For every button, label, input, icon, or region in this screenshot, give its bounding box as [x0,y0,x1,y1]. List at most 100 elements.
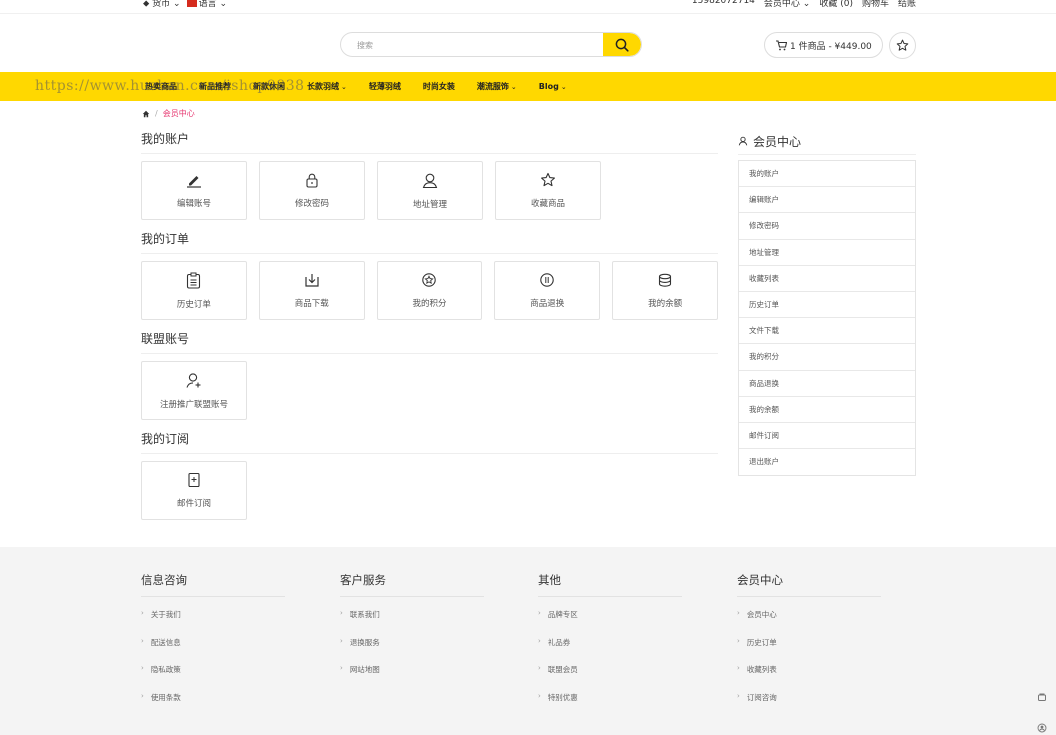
card-return[interactable]: 商品退换 [494,261,601,320]
star-icon [540,172,556,188]
footer-column: 其他 › 品牌专区 › 礼品券 › 联盟会员 › 特别优惠 [538,572,682,719]
footer-link[interactable]: › 历史订单 [737,637,881,665]
footer-link[interactable]: › 收藏列表 [737,664,881,692]
sidebar-item[interactable]: 我的余额 [739,397,915,423]
sidebar-item[interactable]: 我的积分 [739,344,915,371]
card-row: 历史订单 商品下载 我的积分 商品退换 我的余额 [141,261,718,320]
search-button[interactable] [603,33,641,56]
card-lock[interactable]: 修改密码 [259,161,365,220]
language-selector[interactable]: 语言 ⌄ [186,0,227,9]
footer-link[interactable]: › 会员中心 [737,609,881,637]
footer-link[interactable]: › 礼品券 [538,637,682,665]
footer-link[interactable]: › 品牌专区 [538,609,682,637]
card-download[interactable]: 商品下载 [258,261,365,320]
card-add-user[interactable]: 注册推广联盟账号 [141,361,247,420]
footer-link[interactable]: › 关于我们 [141,609,285,637]
card-bookmark[interactable]: 邮件订阅 [141,461,247,520]
section-subscription: 我的订阅 邮件订阅 [141,425,718,520]
card-label: 地址管理 [412,199,447,210]
user-float-icon[interactable] [1034,720,1050,735]
cart-float-icon[interactable] [1034,689,1050,705]
sidebar-item[interactable]: 编辑账户 [739,187,915,214]
footer-link[interactable]: › 网站地图 [340,664,484,692]
footer-links: › 关于我们 › 配送信息 › 隐私政策 › 使用条款 [141,609,285,719]
home-icon[interactable] [142,110,150,118]
chevron-right-icon: › [737,636,740,645]
wishlist-button[interactable] [889,32,916,59]
nav-item[interactable]: 新款休闲 [253,81,285,92]
sidebar: 会员中心 我的账户 编辑账户 修改密码 地址管理 收藏列表 历史订单 文件下载 我的积分 商品退… [738,128,916,477]
currency-selector[interactable]: ⬥ 货币 ⌄ [143,0,181,9]
footer-link[interactable]: › 隐私政策 [141,664,285,692]
checkout-link[interactable]: 结账 [898,0,916,9]
footer-column-title: 信息咨询 [141,572,285,597]
chevron-down-icon: ⌄ [560,82,567,91]
card-points[interactable]: 我的积分 [376,261,483,320]
card-star[interactable]: 收藏商品 [495,161,601,220]
phone-number: 15982072714 [691,0,755,6]
nav-item[interactable]: Blog ⌄ [539,82,567,91]
card-label: 注册推广联盟账号 [159,399,228,410]
footer-column: 客户服务 › 联系我们 › 退换服务 › 网站地图 [340,572,484,692]
member-center-link[interactable]: 会员中心 ⌄ [764,0,810,9]
breadcrumb-current[interactable]: 会员中心 [163,108,195,119]
sidebar-item[interactable]: 文件下载 [739,318,915,345]
footer-link[interactable]: › 配送信息 [141,637,285,665]
chevron-right-icon: › [538,636,541,645]
sidebar-menu: 我的账户 编辑账户 修改密码 地址管理 收藏列表 历史订单 文件下载 我的积分 商品退换 我的余额… [738,160,916,477]
section-orders: 我的订单 历史订单 商品下载 我的积分 商品退换 我的余额 [141,225,718,320]
nav-item[interactable]: 热卖商品 [145,81,177,92]
nav-item[interactable]: 长款羽绒 ⌄ [307,81,347,92]
card-clipboard[interactable]: 历史订单 [141,261,247,320]
footer-link[interactable]: › 退换服务 [340,637,484,665]
section-title: 我的订阅 [141,425,718,454]
card-label: 我的积分 [412,299,447,309]
chevron-right-icon: › [141,664,144,672]
chevron-down-icon: ⌄ [510,82,517,91]
nav-item[interactable]: 轻薄羽绒 [369,81,401,92]
chevron-right-icon: › [141,691,144,700]
nav-item[interactable]: 潮流服饰 ⌄ [477,81,517,92]
sidebar-item[interactable]: 我的账户 [739,161,915,188]
main-content: 我的账户 编辑账号 修改密码 地址管理 收藏商品 我的订单 历史订单 商品下载 我的积分 商… [141,125,718,525]
nav-item[interactable]: 新品推荐 [199,81,231,92]
card-edit[interactable]: 编辑账号 [141,161,247,220]
footer-links: › 会员中心 › 历史订单 › 收藏列表 › 订阅咨询 [737,609,881,719]
footer-link[interactable]: › 订阅咨询 [737,692,881,720]
cart-link[interactable]: 购物车 [862,0,889,9]
section-account: 我的账户 编辑账号 修改密码 地址管理 收藏商品 [141,125,718,220]
sidebar-title: 会员中心 [738,128,916,155]
add-user-icon [185,372,203,389]
footer-link[interactable]: › 联系我们 [340,609,484,637]
chevron-right-icon: › [737,664,740,672]
sidebar-item[interactable]: 商品退换 [739,371,915,397]
sidebar-item[interactable]: 历史订单 [739,292,915,319]
nav-item[interactable]: 时尚女装 [423,81,455,92]
cart-icon [776,39,787,50]
chevron-right-icon: › [340,664,343,672]
favorites-link[interactable]: 收藏 (0) [819,0,853,9]
footer-link[interactable]: › 特别优惠 [538,692,682,720]
sidebar-item[interactable]: 退出账户 [739,449,915,475]
footer-column-title: 其他 [538,572,682,597]
footer-column-title: 会员中心 [737,572,881,597]
chevron-down-icon: ⌄ [341,82,347,91]
points-icon [421,272,437,288]
china-flag-icon [186,0,197,7]
sidebar-item[interactable]: 收藏列表 [739,266,915,292]
card-label: 修改密码 [294,199,329,209]
sidebar-item[interactable]: 邮件订阅 [739,423,915,450]
card-user[interactable]: 地址管理 [377,161,483,220]
search-input[interactable] [341,34,603,56]
lock-icon [305,172,319,188]
section-title: 联盟账号 [141,325,718,354]
cart-summary-button[interactable]: 1 件商品 - ¥449.00 [764,32,883,58]
footer-link[interactable]: › 联盟会员 [538,664,682,692]
sidebar-item[interactable]: 修改密码 [739,213,915,240]
footer-link[interactable]: › 使用条款 [141,692,285,720]
card-label: 我的余额 [648,298,683,309]
footer-column: 会员中心 › 会员中心 › 历史订单 › 收藏列表 › 订阅咨询 [737,572,881,719]
card-balance[interactable]: 我的余额 [612,261,718,320]
breadcrumb: / 会员中心 [142,108,195,119]
sidebar-item[interactable]: 地址管理 [739,240,915,266]
